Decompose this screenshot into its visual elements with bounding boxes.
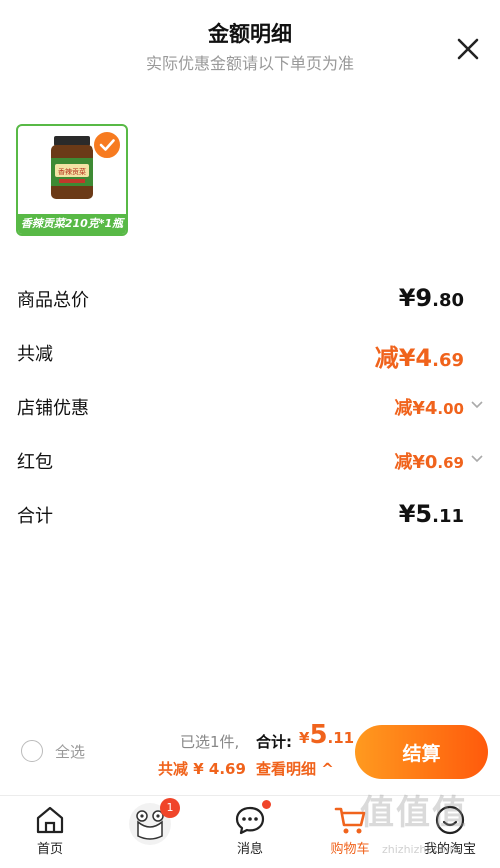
total-discount-amount: 减¥4.69 [374, 344, 464, 372]
message-dot-badge [262, 800, 271, 809]
checkout-button[interactable]: 结算 [355, 725, 488, 779]
sum-label: 合计 [17, 506, 53, 527]
watermark: 值值值 [360, 793, 468, 833]
chevron-down-icon[interactable] [470, 400, 484, 410]
view-details-link[interactable]: 查看明细 ^ [256, 758, 334, 779]
close-icon[interactable] [455, 36, 481, 62]
product-check-badge[interactable] [92, 130, 122, 160]
tab-mascot[interactable] [100, 796, 200, 868]
mascot-badge: 1 [160, 798, 180, 818]
tab-messages-label: 消息 [236, 842, 263, 857]
selected-count: 已选1件, [180, 733, 240, 751]
sum-amount: ¥5.11 [398, 500, 464, 528]
checkmark-icon [99, 139, 115, 151]
page-subtitle: 实际优惠金额请以下单页为准 [145, 54, 354, 73]
footer-total-amount: ¥5.11 [299, 720, 355, 750]
tab-messages[interactable]: 消息 [200, 796, 300, 868]
footer-saved-text: 共减 ¥ 4.69 [158, 760, 246, 778]
total-discount-label: 共减 [17, 344, 53, 365]
jar-label-text: 香辣贡菜 [58, 167, 86, 176]
watermark-url: zhizhizhi.com [382, 843, 457, 856]
tab-home-label: 首页 [36, 842, 63, 857]
select-all-label[interactable]: 全选 [55, 741, 85, 762]
message-icon [235, 806, 265, 835]
store-discount-amount[interactable]: 减¥4.00 [394, 394, 464, 420]
product-label: 香辣贡菜210克*1瓶 [18, 214, 126, 234]
total-price-amount: ¥9.80 [398, 284, 464, 312]
total-price-label: 商品总价 [17, 290, 89, 311]
footer-total-label: 合计: [256, 733, 292, 751]
red-packet-amount[interactable]: 减¥0.69 [394, 448, 464, 474]
tab-home[interactable]: 首页 [0, 796, 100, 868]
select-all-checkbox[interactable] [21, 740, 43, 762]
page-title: 金额明细 [208, 22, 292, 46]
red-packet-label: 红包 [17, 452, 53, 473]
chevron-down-icon[interactable] [470, 454, 484, 464]
store-discount-label: 店铺优惠 [17, 398, 89, 419]
home-icon [36, 806, 64, 834]
